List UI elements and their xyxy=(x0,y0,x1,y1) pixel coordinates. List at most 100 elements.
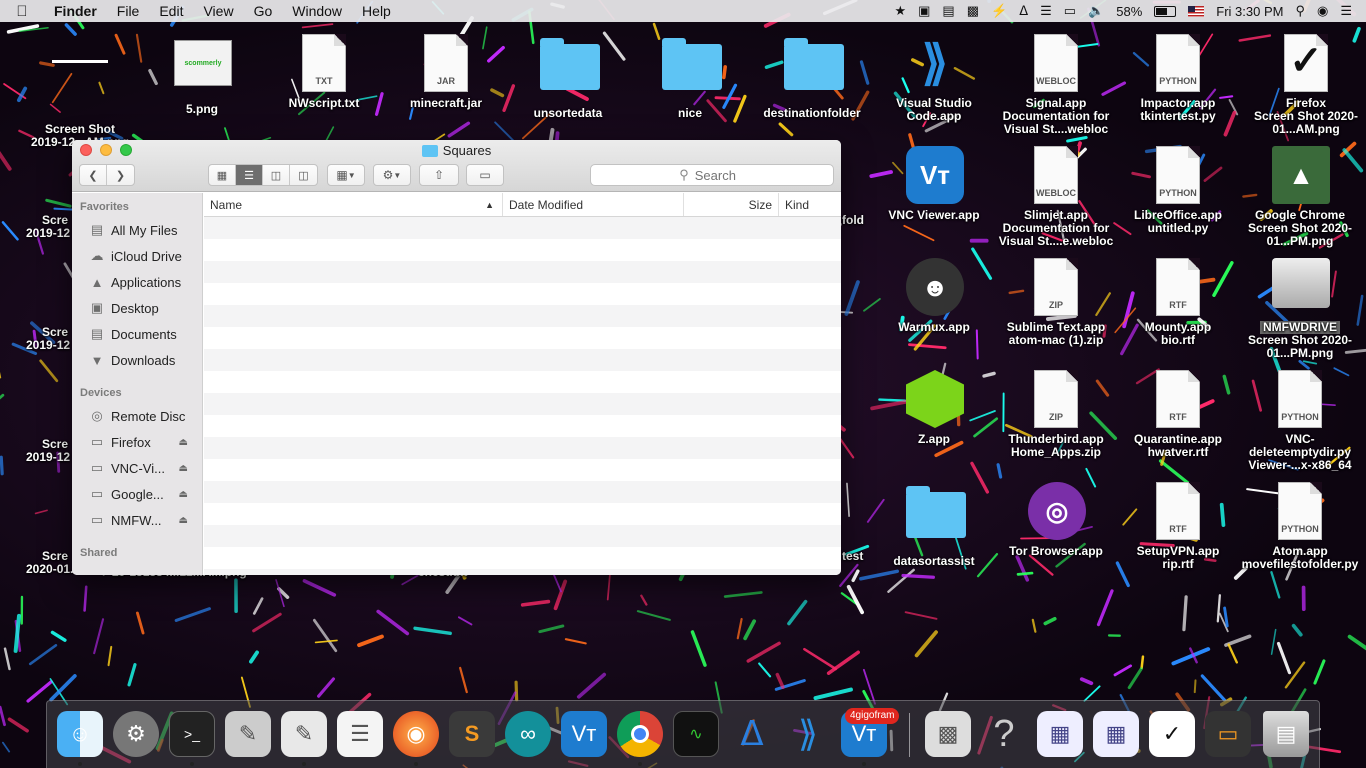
desktop-icon-setupvpn-rtf[interactable]: RTF SetupVPN.app rip.rtf xyxy=(1118,482,1238,571)
screenshot-icon-3[interactable]: ✓ xyxy=(1149,711,1195,757)
desktop-icon-partial-test[interactable]: test xyxy=(842,550,882,563)
list-view-button[interactable]: ☰ xyxy=(236,165,263,185)
wifi-icon[interactable]: ☰ xyxy=(1040,3,1052,19)
desktop-icon-vscode[interactable]: ⟫ Visual Studio Code.app xyxy=(874,34,994,123)
back-button[interactable]: ❮ xyxy=(80,165,107,185)
script-editor-icon[interactable]: ✎ xyxy=(225,711,271,757)
desktop-icon-vnc-viewer[interactable]: Vт VNC Viewer.app xyxy=(874,146,994,222)
column-view-button[interactable]: ◫ xyxy=(263,165,290,185)
search-input[interactable] xyxy=(694,167,745,183)
sidebar-item-icloud-drive[interactable]: ☁ iCloud Drive xyxy=(72,243,202,269)
sidebar-item-remote-disc[interactable]: ◎ Remote Disc xyxy=(72,403,202,429)
column-header-name[interactable]: Name ▲ xyxy=(204,193,503,216)
sidebar-item-all-my-files[interactable]: ▤ All My Files xyxy=(72,217,202,243)
desktop-icon-tor-browser[interactable]: ◎ Tor Browser.app xyxy=(996,482,1116,558)
finder-icon[interactable]: ☺ xyxy=(57,711,103,757)
menu-help[interactable]: Help xyxy=(352,3,401,19)
search-field[interactable]: ⚲ xyxy=(590,164,834,186)
desktop-icon-unsortedata[interactable]: unsortedata xyxy=(508,34,628,120)
desktop-icon-screenshot-2019[interactable]: Screen Shot 2019-12...AM.png xyxy=(20,34,140,149)
desktop-icon-firefox-screenshot[interactable]: ✓ Firefox Screen Shot 2020-01...AM.png xyxy=(1246,34,1366,136)
desktop-icon-warmux[interactable]: ☻ Warmux.app xyxy=(874,258,994,334)
screenshot-icon-1[interactable]: ▦ xyxy=(1037,711,1083,757)
share-button[interactable]: ⇧ xyxy=(419,164,459,186)
screenshot-icon-4[interactable]: ▭ xyxy=(1205,711,1251,757)
textedit-icon[interactable]: ✎ xyxy=(281,711,327,757)
spotlight-icon[interactable]: ⚲ xyxy=(1295,3,1305,19)
desktop-icon-vnc-deleteemptydir[interactable]: PYTHON VNC- deleteemptydir.py Viewer-...… xyxy=(1240,370,1360,472)
arduino-icon[interactable]: ∞ xyxy=(505,711,551,757)
battery-percent[interactable]: 58% xyxy=(1116,4,1142,19)
eject-icon[interactable]: ⏏ xyxy=(179,515,188,526)
vscode-icon[interactable]: ⟫ xyxy=(785,711,831,757)
eject-icon[interactable]: ⏏ xyxy=(179,489,188,500)
desktop-icon-destinationfolder[interactable]: destinationfolder xyxy=(752,34,872,120)
input-source-flag-icon[interactable] xyxy=(1188,5,1205,17)
menu-app-name[interactable]: Finder xyxy=(44,3,107,19)
sidebar-item-desktop[interactable]: ▣ Desktop xyxy=(72,295,202,321)
notification-center-icon[interactable]: ☰ xyxy=(1340,3,1352,19)
inbox-icon[interactable]: ▤ xyxy=(942,3,954,19)
tags-button[interactable]: ▭ xyxy=(466,164,504,186)
star-icon[interactable]: ★ xyxy=(894,3,906,19)
column-header-date-modified[interactable]: Date Modified xyxy=(503,193,684,216)
vnc-viewer-icon[interactable]: Vт xyxy=(561,711,607,757)
terminal-icon[interactable]: >_ xyxy=(169,711,215,757)
desktop-icon-z-app[interactable]: Z.app xyxy=(874,370,994,446)
disk-utility-icon[interactable]: ▩ xyxy=(925,711,971,757)
menu-window[interactable]: Window xyxy=(282,3,352,19)
desktop-icon-libreoffice-py[interactable]: PYTHON LibreOffice.app untitled.py xyxy=(1118,146,1238,235)
desktop-icon-nice[interactable]: nice xyxy=(630,34,750,120)
desktop-icon-impactor-py[interactable]: PYTHON Impactor.app tkintertest.py xyxy=(1118,34,1238,123)
cover-flow-button[interactable]: ◫ xyxy=(290,165,317,185)
menu-file[interactable]: File xyxy=(107,3,150,19)
action-menu-button[interactable]: ⚙ ▼ xyxy=(373,164,411,186)
sidebar-item-nmfw-volume[interactable]: ▭ NMFW... ⏏ xyxy=(72,507,202,533)
sidebar-item-documents[interactable]: ▤ Documents xyxy=(72,321,202,347)
battery-icon[interactable] xyxy=(1154,5,1177,17)
siri-icon[interactable]: ◉ xyxy=(1317,3,1328,19)
apple-menu-icon[interactable]:  xyxy=(0,3,44,20)
sidebar-item-applications[interactable]: ▲ Applications xyxy=(72,269,202,295)
sublime-text-icon[interactable]: S xyxy=(449,711,495,757)
desktop-icon-mounty-rtf[interactable]: RTF Mounty.app bio.rtf xyxy=(1118,258,1238,347)
window-titlebar[interactable]: Squares ❮ ❯ ▦ ☰ ◫ ◫ ▦ ▼ ⚙ ▼ ⇧ ▭ ⚲ Search xyxy=(72,140,841,192)
menu-edit[interactable]: Edit xyxy=(149,3,193,19)
screenshot-icon-2[interactable]: ▦ xyxy=(1093,711,1139,757)
hdd-icon[interactable]: ▩ xyxy=(967,3,979,19)
column-header-size[interactable]: Size xyxy=(684,193,779,216)
icon-view-button[interactable]: ▦ xyxy=(209,165,236,185)
desktop-icon-chrome-screenshot[interactable]: ▲ Google Chrome Screen Shot 2020-01...PM… xyxy=(1240,146,1360,248)
activity-monitor-icon[interactable]: ∿ xyxy=(673,711,719,757)
firefox-icon[interactable]: ◉ xyxy=(393,711,439,757)
package-icon[interactable]: ▣ xyxy=(918,3,930,19)
bluetooth-icon[interactable]: ᐃ xyxy=(1019,3,1028,19)
flash-icon[interactable]: ⚡ xyxy=(991,3,1007,19)
eject-icon[interactable]: ⏏ xyxy=(179,463,188,474)
desktop-icon-thunderbird-zip[interactable]: ZIP Thunderbird.app Home_Apps.zip xyxy=(996,370,1116,459)
eject-icon[interactable]: ⏏ xyxy=(179,437,188,448)
desktop-icon-sublime-zip[interactable]: ZIP Sublime Text.app atom-mac (1).zip xyxy=(996,258,1116,347)
desktop-icon-nmfwdrive[interactable]: NMFWDRIVE Screen Shot 2020-01...PM.png xyxy=(1240,258,1360,360)
desktop-icon-datasortassist[interactable]: datasortassist xyxy=(874,482,994,568)
forward-button[interactable]: ❯ xyxy=(107,165,134,185)
notes-icon[interactable]: ☰ xyxy=(337,711,383,757)
desktop-icon-atom-py[interactable]: PYTHON Atom.app movefilestofolder.py xyxy=(1240,482,1360,571)
chrome-icon[interactable] xyxy=(617,711,663,757)
system-preferences-icon[interactable]: ⚙ xyxy=(113,711,159,757)
sidebar-item-downloads[interactable]: ▼ Downloads xyxy=(72,347,202,373)
desktop-icon-partial-fold[interactable]: fold xyxy=(842,214,882,227)
desktop-icon-quarantine-rtf[interactable]: RTF Quarantine.app hwatver.rtf xyxy=(1118,370,1238,459)
sidebar-item-vnc-volume[interactable]: ▭ VNC-Vi... ⏏ xyxy=(72,455,202,481)
bluetooth-icon[interactable]: ᐃ xyxy=(729,711,775,757)
sidebar-item-google-volume[interactable]: ▭ Google... ⏏ xyxy=(72,481,202,507)
clock[interactable]: Fri 3:30 PM xyxy=(1216,4,1283,19)
airplay-icon[interactable]: ▭ xyxy=(1064,3,1076,19)
help-icon[interactable]: ? xyxy=(981,711,1027,757)
volume-icon[interactable]: 🔈 xyxy=(1088,3,1104,19)
menu-view[interactable]: View xyxy=(193,3,243,19)
desktop-icon-nwscript[interactable]: TXT NWscript.txt xyxy=(264,34,384,110)
menu-go[interactable]: Go xyxy=(244,3,283,19)
desktop-icon-slimjet-webloc[interactable]: WEBLOC Slimjet.app Documentation for Vis… xyxy=(996,146,1116,248)
desktop-icon-minecraft-jar[interactable]: JAR minecraft.jar xyxy=(386,34,506,110)
